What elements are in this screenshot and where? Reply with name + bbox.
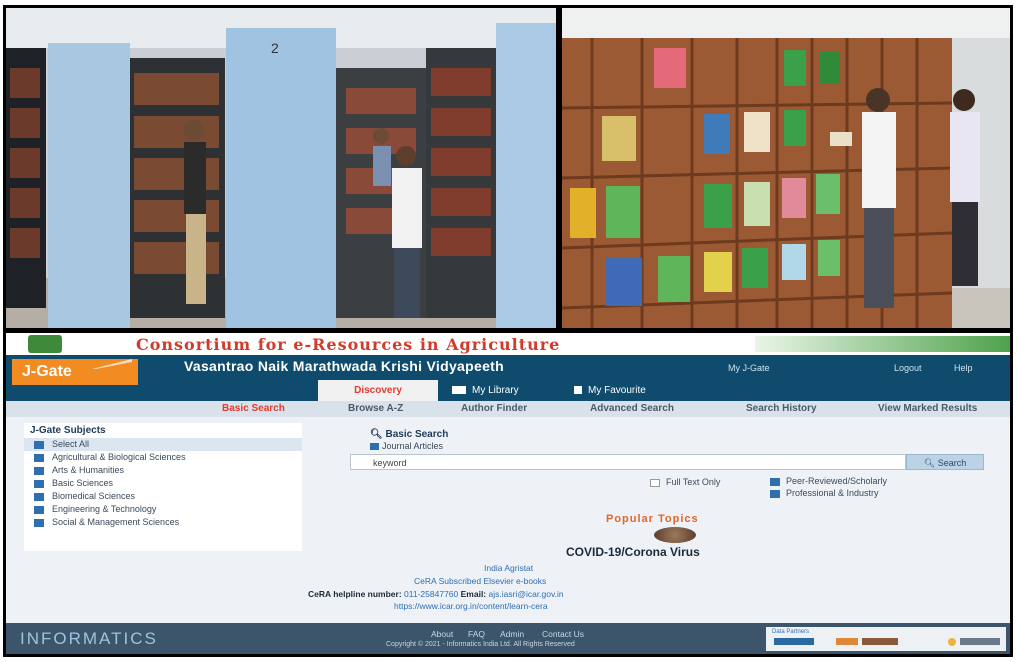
subject-label: Arts & Humanities (52, 465, 125, 475)
covid-topic-link[interactable]: COVID-19/Corona Virus (566, 545, 700, 559)
helpline-number: 011-25847760 (404, 589, 459, 599)
subject-item[interactable]: Biomedical Sciences (24, 490, 302, 503)
checkbox-icon (34, 466, 44, 475)
university-name: Vasantrao Naik Marathwada Krishi Vidyape… (184, 358, 504, 374)
cera-url-link[interactable]: https://www.icar.org.in/content/learn-ce… (394, 601, 548, 611)
subject-item[interactable]: Agricultural & Biological Sciences (24, 451, 302, 464)
email-label: Email: (460, 589, 487, 599)
footer-admin-link[interactable]: Admin (500, 629, 524, 639)
icar-logo (28, 335, 62, 353)
cera-banner: Consortium for e-Resources in Agricultur… (6, 333, 1010, 355)
subjects-heading: J-Gate Subjects (30, 425, 106, 436)
subject-label: Select All (52, 439, 90, 449)
subject-item[interactable]: Social & Management Sciences (24, 516, 302, 529)
subject-item[interactable]: Select All (24, 438, 302, 451)
journal-articles-option[interactable]: Journal Articles (370, 441, 443, 451)
nav-basic-search[interactable]: Basic Search (222, 403, 285, 414)
checkbox-icon (34, 453, 44, 462)
search-button-label: Search (937, 458, 967, 468)
footer: INFORMATICS About FAQ Admin Contact Us C… (6, 623, 1010, 654)
cera-ebooks-link[interactable]: CeRA Subscribed Elsevier e-books (414, 576, 546, 586)
tab-discovery[interactable]: Discovery (318, 380, 438, 401)
search-button[interactable]: 🔍︎ Search (906, 454, 984, 470)
banner-decoration (755, 336, 1010, 352)
jgate-logo[interactable]: J-Gate (12, 359, 138, 385)
subject-label: Biomedical Sciences (52, 491, 136, 501)
peer-reviewed-label: Peer-Reviewed/Scholarly (786, 476, 888, 486)
nav-advanced-search[interactable]: Advanced Search (590, 403, 674, 414)
search-icon: 🔍︎ (923, 458, 938, 468)
india-agristat-link[interactable]: India Agristat (484, 563, 533, 573)
logo-swoosh-icon (92, 359, 132, 369)
checkbox-icon (34, 505, 44, 514)
subject-label: Social & Management Sciences (52, 517, 180, 527)
footer-about-link[interactable]: About (431, 629, 453, 639)
tab-my-library-label: My Library (472, 385, 519, 396)
full-text-only-option[interactable]: Full Text Only (650, 477, 720, 487)
tab-my-favourite[interactable]: My Favourite (568, 380, 652, 401)
my-jgate-link[interactable]: My J-Gate (728, 363, 770, 373)
search-nav: Basic Search Browse A-Z Author Finder Ad… (6, 401, 1010, 417)
checkbox-icon (770, 477, 780, 486)
subject-label: Agricultural & Biological Sciences (52, 452, 186, 462)
professional-label: Professional & Industry (786, 488, 879, 498)
nav-view-marked-results[interactable]: View Marked Results (878, 403, 977, 414)
keyword-input[interactable]: keyword (350, 454, 906, 470)
checkbox-icon (34, 440, 44, 449)
subject-item[interactable]: Arts & Humanities (24, 464, 302, 477)
professional-option[interactable]: Professional & Industry (770, 488, 879, 498)
library-stacks-illustration: 2 (6, 8, 556, 328)
library-icon (452, 386, 466, 395)
journal-rack-photo (562, 8, 1010, 328)
tab-my-library[interactable]: My Library (446, 380, 525, 401)
subject-item[interactable]: Engineering & Technology (24, 503, 302, 516)
checkbox-icon (34, 479, 44, 488)
basic-search-title: 🔍︎ Basic Search (370, 429, 448, 440)
favourite-icon (574, 386, 582, 395)
partners-label: Data Partners (772, 629, 810, 635)
helpline-info: CeRA helpline number: 011-25847760 Email… (308, 589, 564, 599)
subject-label: Engineering & Technology (52, 504, 157, 514)
full-text-only-label: Full Text Only (666, 477, 721, 487)
journal-articles-label: Journal Articles (382, 441, 444, 451)
copyright-text: Copyright © 2021 - Informatics India Ltd… (386, 641, 575, 648)
nav-browse-az[interactable]: Browse A-Z (348, 403, 403, 414)
svg-text:2: 2 (271, 40, 279, 56)
peer-reviewed-option[interactable]: Peer-Reviewed/Scholarly (770, 476, 887, 486)
help-link[interactable]: Help (954, 363, 973, 373)
basic-search-title-text: Basic Search (385, 429, 449, 440)
tab-my-favourite-label: My Favourite (588, 385, 646, 396)
banner-title: Consortium for e-Resources in Agricultur… (136, 335, 561, 354)
subjects-panel: J-Gate Subjects Select All Agricultural … (24, 423, 302, 551)
checkbox-icon (370, 443, 379, 451)
checkbox-icon (770, 489, 780, 498)
email-link[interactable]: ajs.iasri@icar.gov.in (489, 589, 564, 599)
popular-topics-heading: Popular Topics (606, 513, 699, 525)
checkbox-icon (34, 518, 44, 527)
logout-link[interactable]: Logout (894, 363, 922, 373)
nav-search-history[interactable]: Search History (746, 403, 817, 414)
library-stacks-photo: 2 (6, 8, 556, 328)
helpline-label: CeRA helpline number: (308, 589, 402, 599)
footer-contact-link[interactable]: Contact Us (542, 629, 584, 639)
search-icon: 🔍︎ (370, 429, 386, 440)
coronavirus-icon (654, 527, 696, 543)
checkbox-icon (650, 478, 660, 487)
screenshot-frame: 2 Consortium for e-Resources in Agricult… (3, 5, 1013, 657)
footer-faq-link[interactable]: FAQ (468, 629, 485, 639)
data-partners: Data Partners (766, 627, 1006, 651)
informatics-logo: INFORMATICS (20, 629, 158, 648)
subject-item[interactable]: Basic Sciences (24, 477, 302, 490)
subject-label: Basic Sciences (52, 478, 114, 488)
jgate-screenshot: Consortium for e-Resources in Agricultur… (6, 333, 1010, 654)
checkbox-icon (34, 492, 44, 501)
nav-author-finder[interactable]: Author Finder (461, 403, 527, 414)
jgate-logo-text: J-Gate (22, 363, 72, 380)
journal-rack-illustration (562, 8, 1010, 328)
jgate-header: J-Gate Vasantrao Naik Marathwada Krishi … (6, 355, 1010, 401)
basic-search-panel: 🔍︎ Basic Search Journal Articles keyword… (350, 429, 990, 499)
